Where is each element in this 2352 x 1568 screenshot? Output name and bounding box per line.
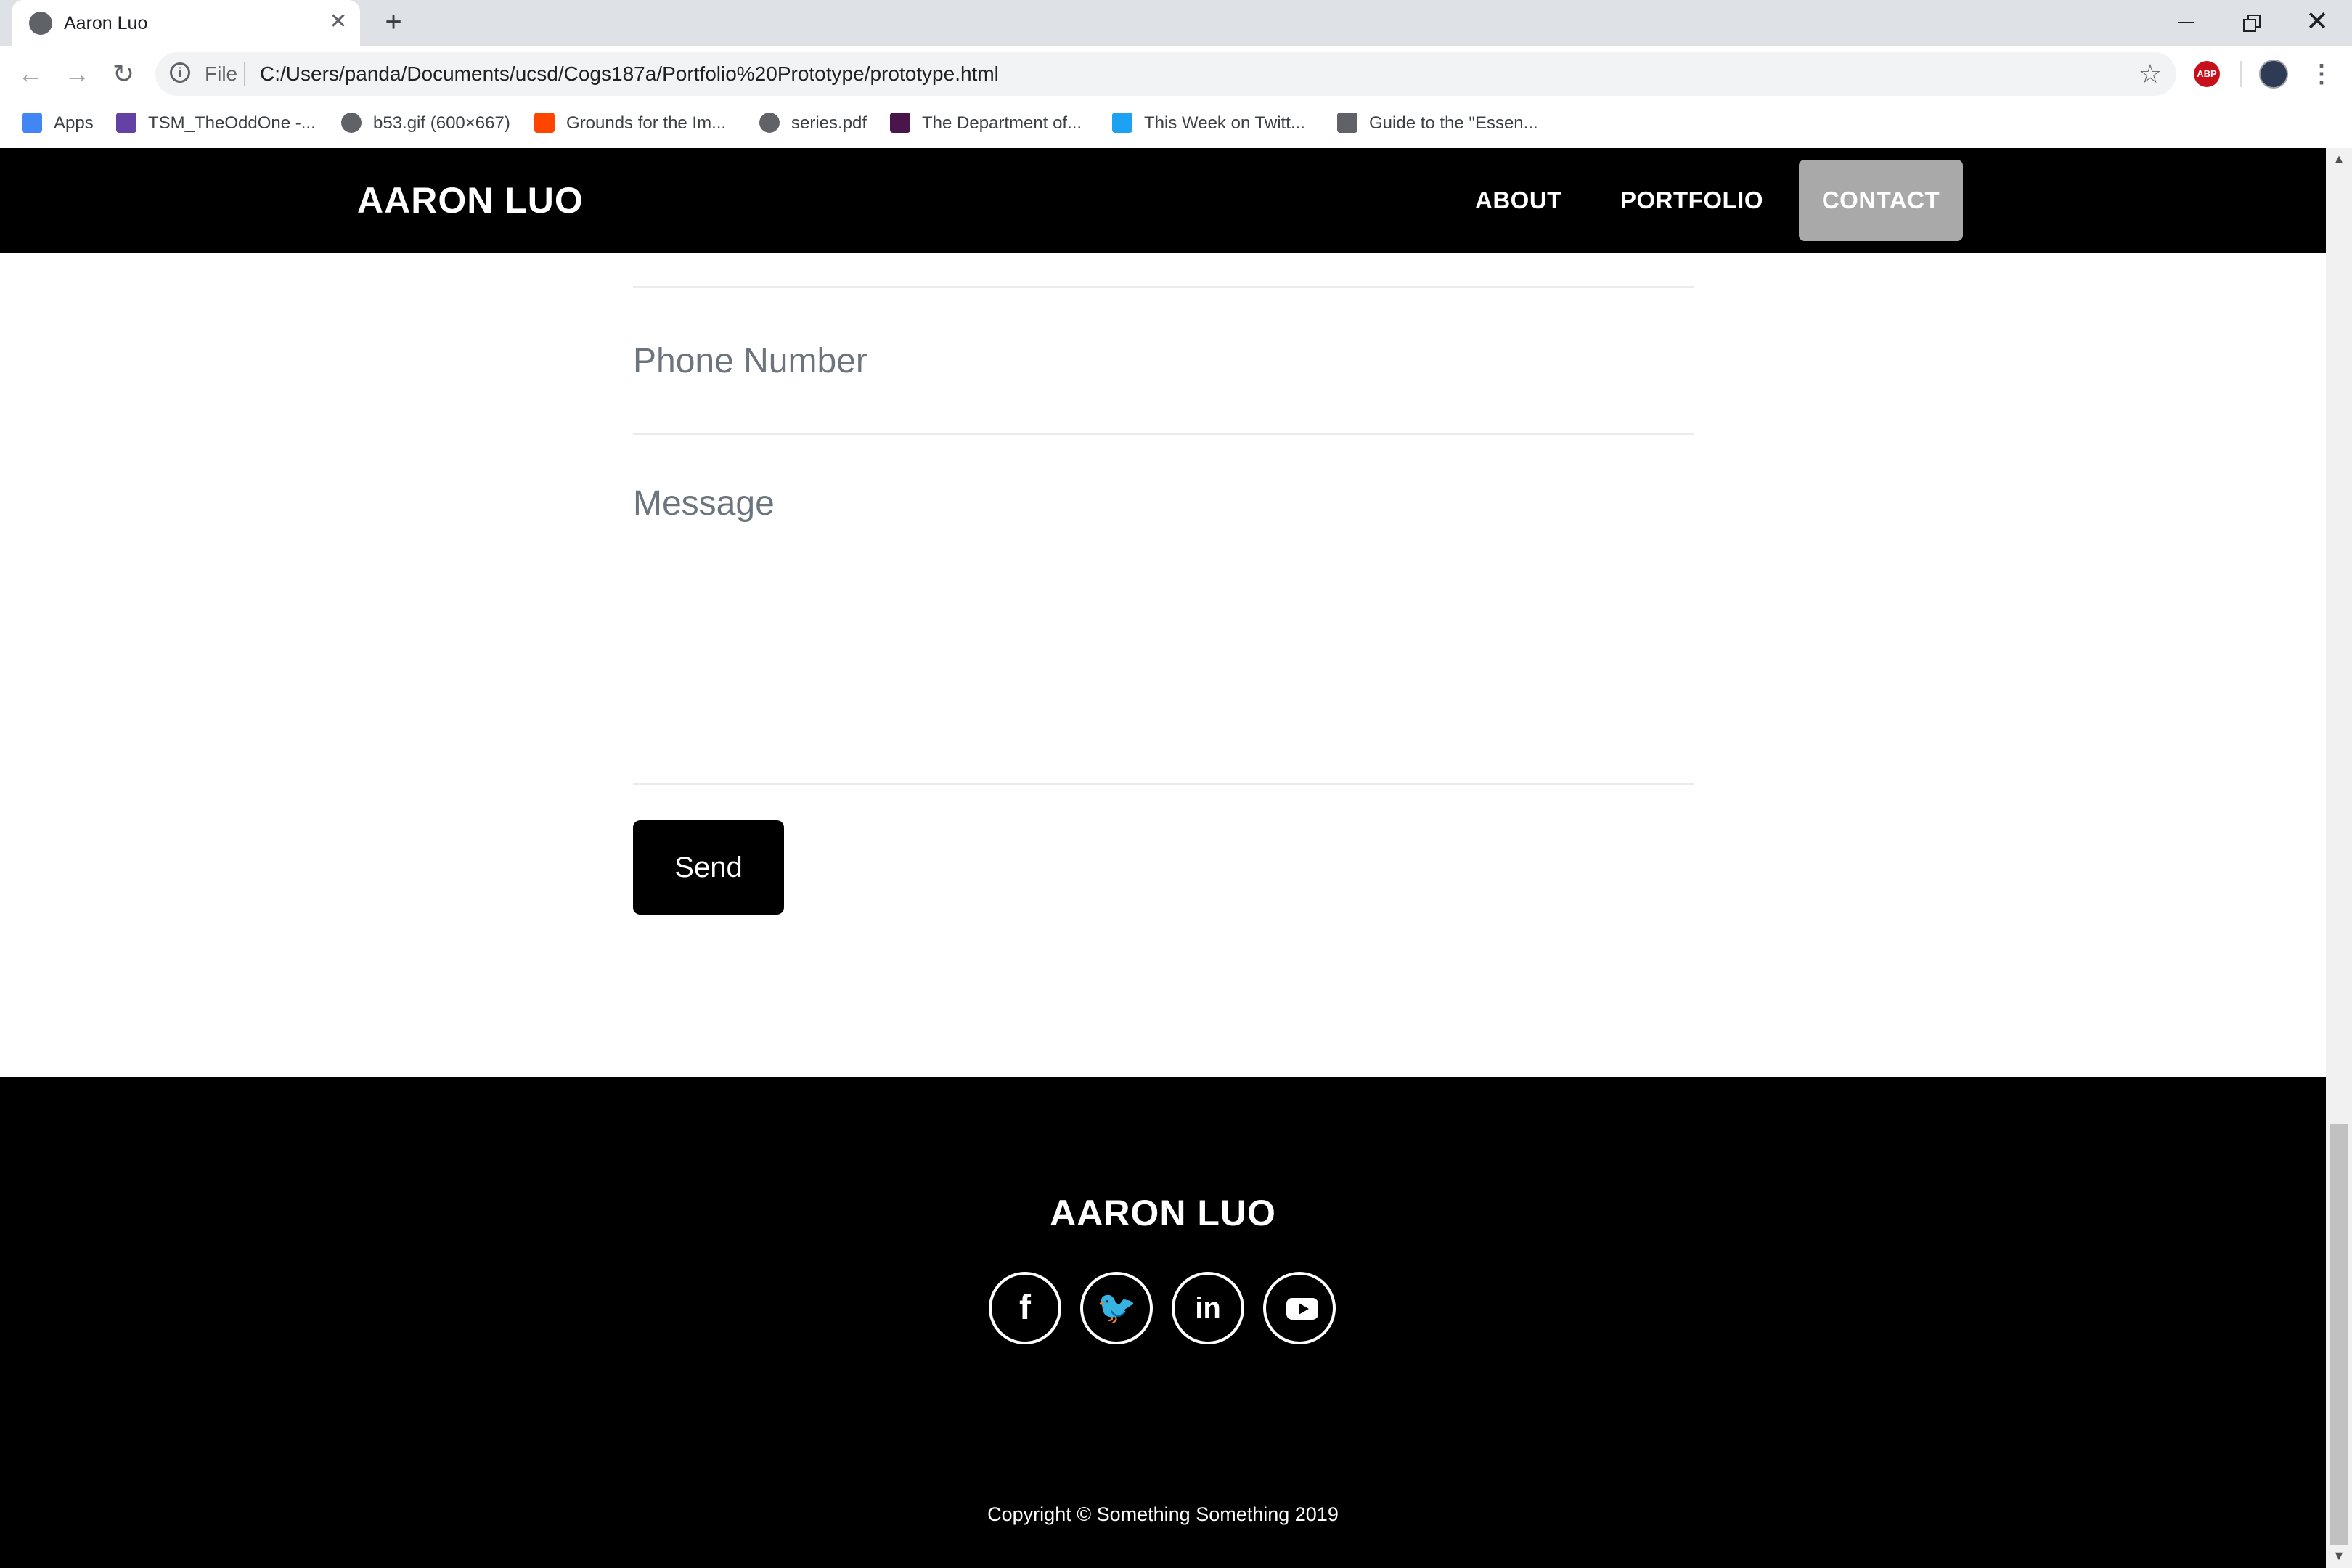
slack-s-icon xyxy=(890,112,910,133)
bookmark-label: TSM_TheOddOne -... xyxy=(148,113,316,133)
close-icon[interactable]: ✕ xyxy=(324,7,353,36)
copyright-text: Copyright © Something Something 2019 xyxy=(987,1503,1339,1525)
scroll-down-icon[interactable]: ▼ xyxy=(2326,1545,2352,1567)
field-underline xyxy=(633,783,1694,785)
divider xyxy=(2240,61,2242,87)
bookmark-star-icon[interactable]: ☆ xyxy=(2134,58,2166,90)
field-underline xyxy=(633,433,1694,435)
field-underline xyxy=(633,286,1694,288)
info-icon[interactable]: i xyxy=(170,62,190,83)
bookmark-label: series.pdf xyxy=(791,113,867,133)
bookmark-label: Guide to the "Essen... xyxy=(1369,113,1538,133)
minimize-button[interactable] xyxy=(2163,6,2207,38)
send-button[interactable]: Send xyxy=(633,820,784,915)
linkedin-icon[interactable]: in xyxy=(1172,1272,1244,1344)
bookmark-item[interactable]: Guide to the "Essen... xyxy=(1337,107,1538,139)
phone-number-field[interactable]: Phone Number xyxy=(633,340,1694,383)
twitter-icon[interactable]: 🐦 xyxy=(1080,1272,1153,1344)
bookmark-item[interactable]: This Week on Twitt... xyxy=(1112,107,1305,139)
profile-avatar[interactable] xyxy=(2259,60,2288,89)
nav-about[interactable]: ABOUT xyxy=(1475,171,1562,229)
new-tab-button[interactable]: + xyxy=(377,6,409,38)
forward-button[interactable]: → xyxy=(57,54,97,94)
tab-title: Aaron Luo xyxy=(64,13,148,33)
apps-grid-icon xyxy=(22,112,42,133)
bookmark-item[interactable]: series.pdf xyxy=(759,107,867,139)
scrollbar-thumb[interactable] xyxy=(2330,1124,2348,1545)
bookmark-item[interactable]: b53.gif (600×667) xyxy=(341,107,510,139)
bookmark-item[interactable]: Grounds for the Im... xyxy=(534,107,726,139)
bookmark-item[interactable]: The Department of... xyxy=(890,107,1082,139)
globe-icon xyxy=(29,12,52,35)
site-navbar xyxy=(0,148,2326,253)
bookmark-label: The Department of... xyxy=(922,113,1082,133)
site-brand[interactable]: AARON LUO xyxy=(357,171,584,229)
globe-icon xyxy=(341,112,362,133)
bookmark-label: b53.gif (600×667) xyxy=(373,113,510,133)
guide-icon xyxy=(1337,112,1357,133)
back-button[interactable]: ← xyxy=(10,54,51,94)
url-text[interactable]: C:/Users/panda/Documents/ucsd/Cogs187a/P… xyxy=(260,61,999,87)
scheme-label: File xyxy=(205,62,238,85)
message-field[interactable]: Message xyxy=(633,482,1694,772)
window-close-button[interactable]: ✕ xyxy=(2295,4,2339,39)
bookmark-label: Apps xyxy=(54,113,94,133)
twitch-icon xyxy=(116,112,136,133)
bookmark-item[interactable]: TSM_TheOddOne -... xyxy=(116,107,316,139)
nav-contact[interactable]: CONTACT xyxy=(1799,160,1963,241)
restore-button[interactable] xyxy=(2230,6,2274,38)
twitter-icon xyxy=(1112,112,1132,133)
footer-brand: AARON LUO xyxy=(1050,1193,1276,1233)
reddit-icon xyxy=(534,112,555,133)
reload-button[interactable]: ↻ xyxy=(103,54,144,94)
divider xyxy=(244,62,245,86)
menu-icon[interactable]: ⋮ xyxy=(2307,58,2336,90)
facebook-icon[interactable]: f xyxy=(989,1272,1061,1344)
nav-portfolio[interactable]: PORTFOLIO xyxy=(1620,171,1763,229)
adblock-icon[interactable]: ABP xyxy=(2194,61,2220,87)
bookmark-label: This Week on Twitt... xyxy=(1144,113,1305,133)
bookmark-item[interactable]: Apps xyxy=(22,107,94,139)
site-footer xyxy=(0,1077,2326,1568)
bookmark-label: Grounds for the Im... xyxy=(566,113,727,133)
scroll-up-icon[interactable]: ▲ xyxy=(2326,148,2352,170)
youtube-icon[interactable] xyxy=(1263,1272,1336,1344)
globe-icon xyxy=(759,112,780,133)
